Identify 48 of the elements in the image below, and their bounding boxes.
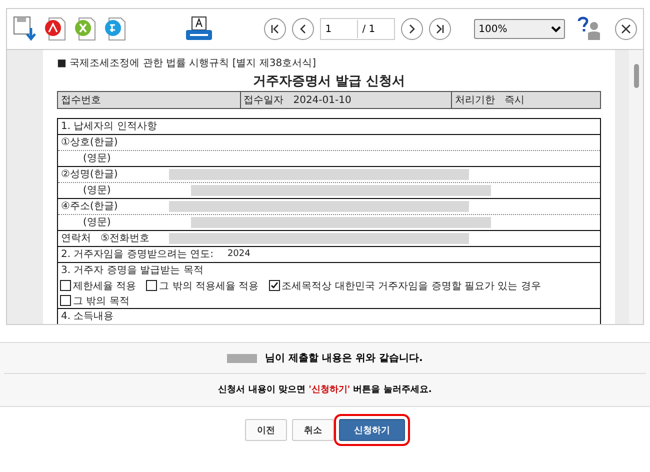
- document-title: 거주자증명서 발급 신청서: [252, 73, 406, 90]
- action-button[interactable]: 이전: [245, 419, 287, 441]
- checkbox[interactable]: [268, 280, 280, 291]
- pdf-icon[interactable]: [43, 16, 67, 42]
- section-heading: 2. 거주자임을 증명받으려는 연도:: [61, 248, 214, 262]
- field-label: ④주소(한글): [61, 200, 119, 214]
- checkbox[interactable]: [60, 295, 71, 306]
- checkbox-label: 그 밖의 목적: [73, 294, 130, 308]
- document-icon[interactable]: [103, 16, 127, 42]
- checkbox-label: 제한세율 적용: [73, 280, 136, 292]
- zoom-dropdown[interactable]: 100%: [474, 19, 565, 39]
- scrollbar[interactable]: [629, 50, 643, 324]
- field-label: (영문): [82, 152, 112, 166]
- form-reference: ■ 국제조세조정에 관한 법률 시행규칙 [별지 제38호서식]: [57, 57, 318, 70]
- save-disk-icon[interactable]: [13, 16, 37, 42]
- receipt-field: 접수일자 2024-01-10: [240, 92, 452, 108]
- last-page-icon: [434, 23, 446, 35]
- checkbox-label: 조세목적상 대한민국 거주자임을 증명할 필요가 있는 경우: [282, 280, 541, 292]
- field-label: (영문): [82, 216, 112, 230]
- field-label: ①상호(한글): [61, 136, 119, 150]
- close-icon: [620, 23, 632, 35]
- section-heading: 4. 소득내용: [60, 310, 115, 324]
- section-heading: 1. 납세자의 인적사항: [58, 119, 600, 135]
- previous-page-button[interactable]: [292, 18, 314, 40]
- checkbox[interactable]: [60, 280, 71, 291]
- first-page-icon: [269, 23, 282, 35]
- year-value: 2024: [227, 248, 250, 261]
- close-button[interactable]: [614, 18, 637, 40]
- submit-message: 님이 제출할 내용은 위와 같습니다.: [265, 352, 423, 365]
- instruction-text: 신청서 내용이 맞으면 '신청하기' 버튼을 눌러주세요.: [217, 384, 433, 397]
- excel-icon[interactable]: [73, 16, 97, 42]
- page-total: / 1: [361, 24, 376, 34]
- next-page-button[interactable]: [401, 18, 424, 40]
- section-heading: 3. 거주자 증명을 발급받는 목적: [60, 264, 204, 278]
- field-label: (영문): [82, 184, 112, 198]
- printer-icon[interactable]: [184, 16, 214, 42]
- first-page-button[interactable]: [264, 18, 286, 40]
- page-field[interactable]: 1 / 1: [320, 18, 396, 40]
- help-icon[interactable]: [576, 16, 603, 42]
- receipt-field: 접수번호: [58, 92, 240, 108]
- redacted-name: [227, 354, 258, 362]
- field-label: ②성명(한글): [61, 168, 119, 182]
- receipt-field: 처리기한 즉시: [451, 92, 600, 108]
- checkbox[interactable]: [146, 280, 158, 291]
- field-label: 연락처 ⑤전화번호: [61, 232, 151, 246]
- checkbox-label: 그 밖의 적용세율 적용: [159, 280, 259, 292]
- last-page-button[interactable]: [429, 18, 452, 40]
- action-button[interactable]: 취소: [292, 419, 334, 441]
